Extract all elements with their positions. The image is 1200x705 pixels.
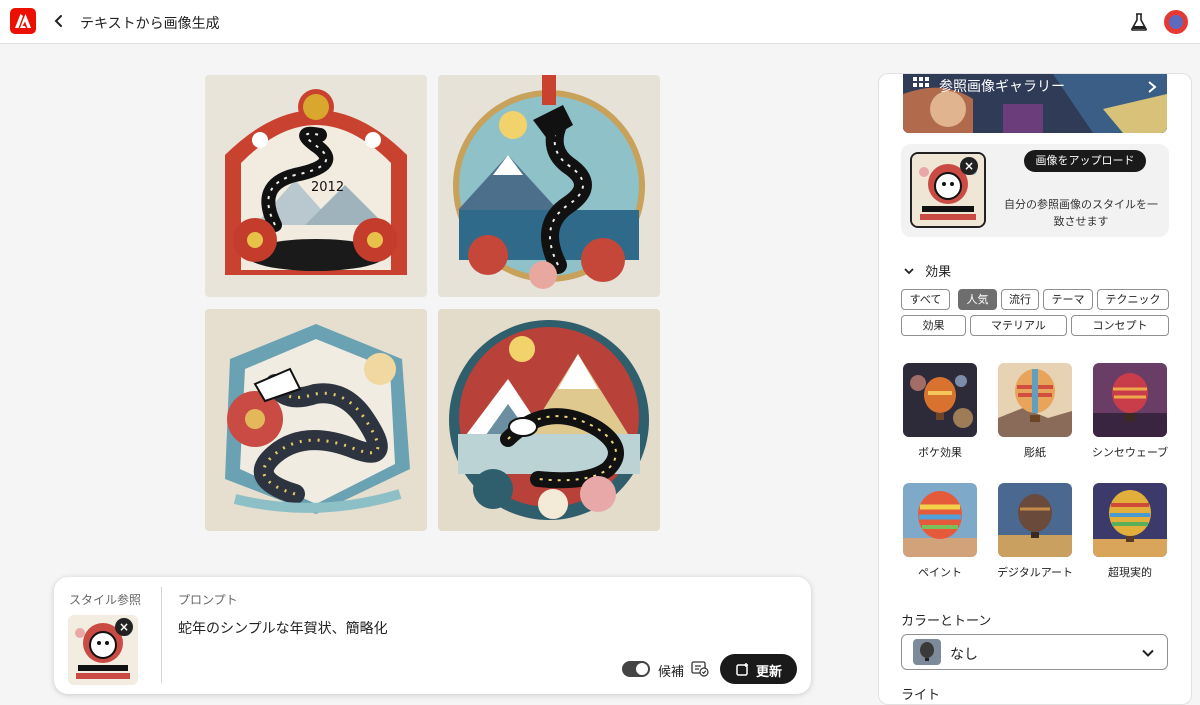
page-title: テキストから画像生成 (80, 16, 220, 32)
image-caption-text: 2012 (311, 180, 344, 195)
back-arrow-icon[interactable] (50, 12, 68, 30)
suggestions-settings-icon[interactable] (691, 661, 709, 677)
generated-image-3[interactable] (205, 309, 427, 531)
user-avatar[interactable] (1164, 10, 1188, 34)
effect-bokeh[interactable]: ボケ効果 (896, 363, 984, 460)
style-reference-label: スタイル参照 (69, 593, 142, 607)
effects-section-toggle[interactable]: 効果 (903, 261, 951, 280)
effect-chip-concept[interactable]: コンセプト (1071, 315, 1169, 336)
suggestions-label: 候補 (658, 665, 685, 680)
settings-panel: 参照画像ギャラリー × 画像をアップロード 自分の参照画像のスタイルを一致させま… (878, 73, 1192, 705)
color-tone-value: なし (950, 647, 978, 663)
light-heading: ライト (901, 688, 941, 703)
effect-bokeh-thumbnail (903, 363, 977, 437)
effect-paint[interactable]: ペイント (896, 483, 984, 580)
effect-digital-art-thumbnail (998, 483, 1072, 557)
effect-chip-theme[interactable]: テーマ (1043, 289, 1093, 310)
effect-paper-cut-thumbnail (998, 363, 1072, 437)
remove-style-reference-icon[interactable]: × (115, 618, 133, 636)
effect-bokeh-label: ボケ効果 (918, 446, 962, 459)
effect-synthwave-label: シンセウェーブ (1091, 446, 1169, 459)
prompt-label: プロンプト (178, 593, 238, 607)
color-tone-select[interactable]: なし (901, 634, 1168, 670)
reference-upload-card: × 画像をアップロード 自分の参照画像のスタイルを一致させます (901, 144, 1169, 237)
effect-surreal-label: 超現実的 (1108, 566, 1152, 579)
effect-surreal-thumbnail (1093, 483, 1167, 557)
prompt-input[interactable]: 蛇年のシンプルな年賀状、簡略化 (178, 618, 388, 638)
reference-gallery-label: 参照画像ギャラリー (939, 79, 1065, 95)
prompt-bar: スタイル参照 × プロンプト 蛇年のシンプルな年賀状、簡略化 候補 更新 (54, 577, 811, 694)
suggestions-toggle[interactable] (622, 661, 650, 677)
effect-chip-trending[interactable]: 流行 (1001, 289, 1039, 310)
effect-paint-label: ペイント (918, 566, 962, 579)
update-button-label: 更新 (756, 665, 783, 680)
prompt-divider (161, 587, 162, 683)
effect-surreal[interactable]: 超現実的 (1086, 483, 1174, 580)
effect-paper-cut-label: 彫紙 (1024, 446, 1046, 459)
upload-description: 自分の参照画像のスタイルを一致させます (1004, 198, 1158, 228)
chevron-down-icon (904, 268, 914, 275)
effect-synthwave-thumbnail (1093, 363, 1167, 437)
grid-icon (913, 77, 929, 97)
adobe-logo-icon[interactable] (10, 8, 36, 34)
chevron-down-icon (1141, 645, 1155, 664)
generated-image-2[interactable] (438, 75, 660, 297)
effect-chip-technique[interactable]: テクニック (1097, 289, 1169, 310)
effect-chip-popular[interactable]: 人気 (958, 289, 997, 310)
generated-image-1[interactable]: 2012 (205, 75, 427, 297)
app-header: テキストから画像生成 (0, 0, 1200, 44)
effect-chip-material[interactable]: マテリアル (970, 315, 1067, 336)
effect-digital-art[interactable]: デジタルアート (991, 483, 1079, 580)
generated-image-4[interactable] (438, 309, 660, 531)
update-button[interactable]: 更新 (720, 654, 797, 684)
effect-chip-effect[interactable]: 効果 (901, 315, 966, 336)
effect-paper-cut[interactable]: 彫紙 (991, 363, 1079, 460)
effect-paint-thumbnail (903, 483, 977, 557)
remove-reference-icon[interactable]: × (960, 157, 978, 175)
reference-gallery-button[interactable]: 参照画像ギャラリー (903, 74, 1167, 133)
chevron-right-icon (1147, 79, 1157, 98)
effect-digital-art-label: デジタルアート (996, 566, 1074, 579)
color-tone-heading: カラーとトーン (901, 614, 992, 629)
effect-synthwave[interactable]: シンセウェーブ (1086, 363, 1174, 460)
flask-icon[interactable] (1129, 12, 1149, 32)
effect-chip-all[interactable]: すべて (901, 289, 950, 310)
effects-heading: 効果 (925, 265, 952, 280)
color-tone-thumbnail (913, 639, 941, 665)
upload-image-button[interactable]: 画像をアップロード (1024, 150, 1146, 172)
